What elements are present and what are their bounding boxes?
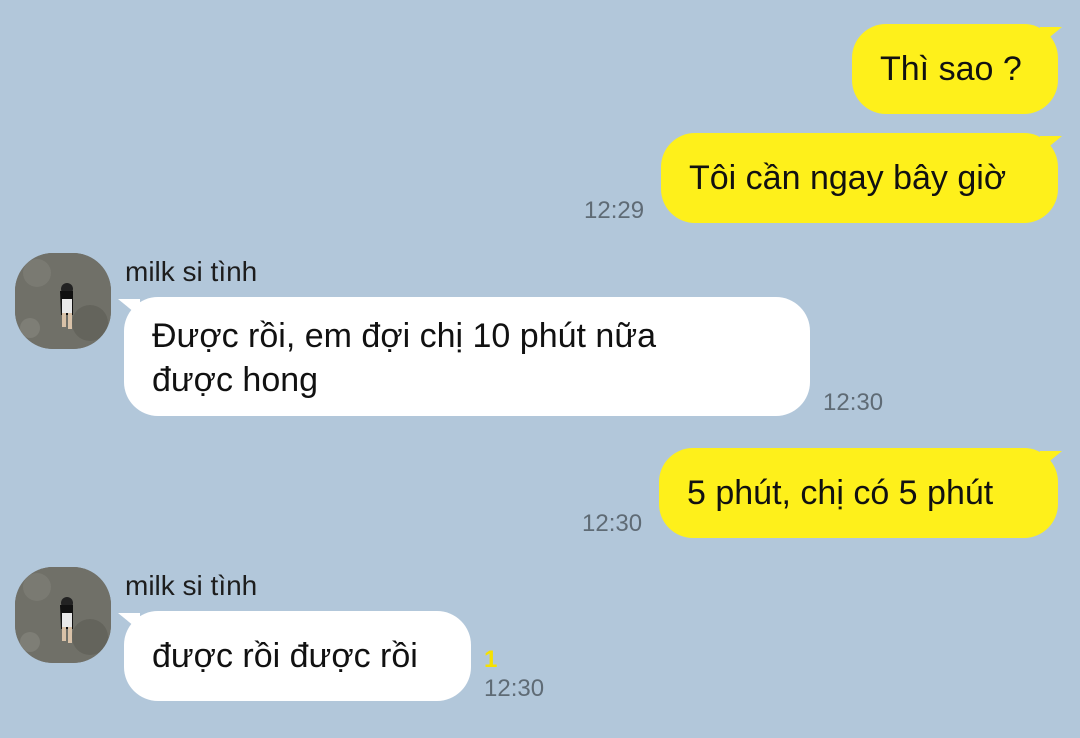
bubble-tail: [1040, 451, 1062, 469]
message-text-line: Được rồi, em đợi chị 10 phút nữa: [152, 317, 656, 355]
sender-name: milk si tình: [125, 570, 258, 601]
unread-count: 1: [484, 646, 498, 673]
message-bubble-other[interactable]: được rồi được rồi: [124, 611, 471, 701]
message-bubble-mine[interactable]: Thì sao ?: [852, 24, 1058, 114]
avatar[interactable]: [15, 567, 111, 663]
message-text-line: được hong: [152, 361, 319, 399]
message-bubble-other[interactable]: Được rồi, em đợi chị 10 phút nữa được ho…: [124, 297, 810, 416]
message-timestamp: 12:30: [582, 510, 643, 537]
message-timestamp: 12:30: [484, 675, 545, 702]
avatar[interactable]: [15, 253, 111, 349]
bubble-tail: [1040, 27, 1062, 45]
bubble-tail: [118, 613, 140, 631]
message-text: Tôi cần ngay bây giờ: [689, 159, 1007, 197]
message-text: Thì sao ?: [880, 50, 1022, 88]
profile-photo-icon: [15, 567, 111, 663]
message-text: được rồi được rồi: [152, 637, 418, 675]
message-timestamp: 12:29: [584, 197, 645, 224]
message-bubble-mine[interactable]: 5 phút, chị có 5 phút: [659, 448, 1058, 538]
message-text: 5 phút, chị có 5 phút: [687, 474, 994, 512]
bubble-tail: [118, 299, 140, 317]
message-timestamp: 12:30: [823, 389, 884, 416]
profile-photo-icon: [15, 253, 111, 349]
sender-name: milk si tình: [125, 256, 258, 287]
bubble-tail: [1040, 136, 1062, 154]
message-bubble-mine[interactable]: Tôi cần ngay bây giờ: [661, 133, 1058, 223]
